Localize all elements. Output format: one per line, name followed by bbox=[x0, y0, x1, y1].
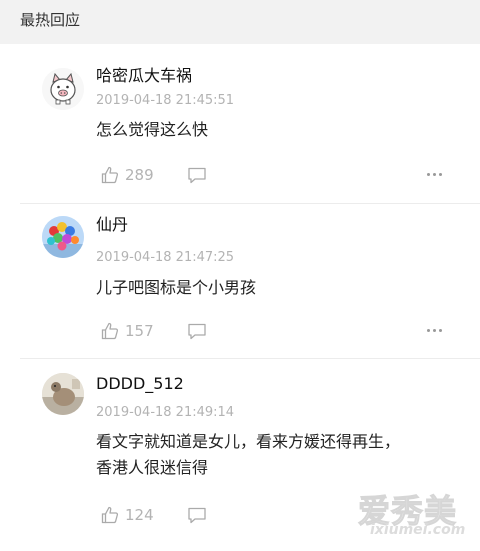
speech-bubble-icon bbox=[188, 323, 206, 340]
avatar[interactable] bbox=[42, 68, 84, 110]
like-count: 157 bbox=[125, 322, 154, 340]
divider bbox=[20, 358, 480, 359]
more-dots-icon bbox=[427, 173, 430, 176]
section-header: 最热回应 bbox=[0, 0, 480, 44]
watermark-logo: 爱秀美 ixiumei.com bbox=[356, 486, 476, 546]
username[interactable]: 哈密瓜大车祸 bbox=[96, 62, 192, 86]
comment-timestamp: 2019-04-18 21:47:25 bbox=[96, 250, 235, 265]
watermark-url: ixiumei.com bbox=[370, 522, 466, 538]
more-options-button[interactable] bbox=[425, 170, 445, 180]
like-button[interactable]: 289 bbox=[100, 164, 154, 186]
reply-button[interactable] bbox=[186, 504, 208, 526]
thumbs-up-icon bbox=[101, 322, 119, 340]
thumbs-up-icon bbox=[101, 506, 119, 524]
more-dots-icon bbox=[427, 329, 430, 332]
more-dots-icon bbox=[439, 173, 442, 176]
comment-text: 儿子吧图标是个小男孩 bbox=[96, 275, 256, 301]
like-count: 289 bbox=[125, 166, 154, 184]
speech-bubble-icon bbox=[188, 507, 206, 524]
username[interactable]: 仙丹 bbox=[96, 211, 128, 235]
more-options-button[interactable] bbox=[425, 326, 445, 336]
section-title: 最热回应 bbox=[20, 11, 81, 29]
speech-bubble-icon bbox=[188, 167, 206, 184]
balloons-avatar-icon bbox=[42, 216, 84, 258]
comment-text-line: 怎么觉得这么快 bbox=[96, 120, 209, 139]
more-dots-icon bbox=[433, 173, 436, 176]
comment-timestamp: 2019-04-18 21:45:51 bbox=[96, 93, 235, 108]
like-button[interactable]: 157 bbox=[100, 320, 154, 342]
comment-timestamp: 2019-04-18 21:49:14 bbox=[96, 405, 235, 420]
comment-text: 看文字就知道是女儿，看来方媛还得再生， 香港人很迷信得 bbox=[96, 429, 400, 481]
comment-text-line: 儿子吧图标是个小男孩 bbox=[96, 278, 257, 297]
like-count: 124 bbox=[125, 506, 154, 524]
pig-avatar-icon bbox=[42, 68, 84, 110]
more-dots-icon bbox=[439, 329, 442, 332]
more-dots-icon bbox=[433, 329, 436, 332]
thumbs-up-icon bbox=[101, 166, 119, 184]
reply-button[interactable] bbox=[186, 164, 208, 186]
comment-text: 怎么觉得这么快 bbox=[96, 117, 208, 143]
avatar[interactable] bbox=[42, 373, 84, 415]
username[interactable]: DDDD_512 bbox=[96, 374, 184, 393]
comment-text-line: 看文字就知道是女儿，看来方媛还得再生， bbox=[96, 432, 401, 451]
photo-avatar-icon bbox=[42, 373, 84, 415]
reply-button[interactable] bbox=[186, 320, 208, 342]
like-button[interactable]: 124 bbox=[100, 504, 154, 526]
avatar[interactable] bbox=[42, 216, 84, 258]
divider bbox=[20, 203, 480, 204]
comment-text-line: 香港人很迷信得 bbox=[96, 458, 209, 477]
